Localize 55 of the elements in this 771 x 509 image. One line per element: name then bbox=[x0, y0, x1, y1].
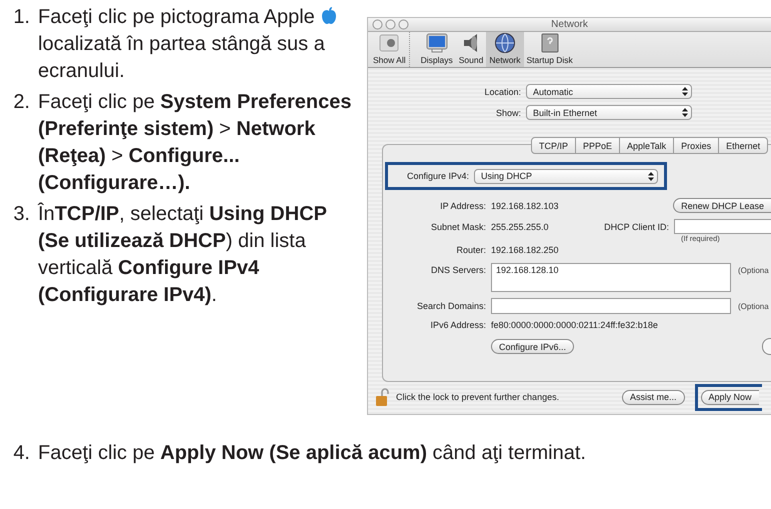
toolbar-item[interactable]: Show All bbox=[370, 32, 410, 67]
field-label: Search Domains: bbox=[416, 301, 487, 311]
field-label: IPv6 Address: bbox=[429, 320, 487, 330]
subnet-mask-value: 255.255.255.0 bbox=[491, 222, 550, 232]
instruction-text: localizată în partea stângă sus a ecranului. bbox=[38, 32, 326, 84]
toolbar-item[interactable]: Displays bbox=[418, 32, 456, 67]
tab[interactable]: Ethernet bbox=[719, 137, 768, 154]
window-title: Network bbox=[550, 19, 589, 30]
field-label: Configure IPv4: bbox=[406, 171, 470, 181]
dhcp-client-id-field[interactable] bbox=[674, 219, 771, 234]
tab[interactable]: TCP/IP bbox=[531, 137, 576, 154]
search-domains-field[interactable] bbox=[491, 298, 731, 314]
step-number: 1. bbox=[12, 5, 31, 30]
apply-now-button[interactable]: Apply Now bbox=[700, 390, 759, 404]
globe-icon bbox=[494, 32, 516, 54]
step-number: 2. bbox=[12, 90, 31, 115]
apple-logo-icon bbox=[320, 6, 338, 25]
field-label: Router: bbox=[455, 245, 487, 255]
configure-ipv6-button[interactable]: Configure IPv6... bbox=[491, 339, 574, 354]
dns-servers-field[interactable]: 192.168.128.10 bbox=[491, 263, 731, 292]
renew-dhcp-lease-button[interactable]: Renew DHCP Lease bbox=[673, 198, 771, 213]
step-number: 3. bbox=[12, 202, 31, 227]
field-label: DHCP Client ID: bbox=[603, 222, 670, 232]
optional-note: (Optiona bbox=[738, 302, 769, 310]
ip-address-value: 192.168.182.103 bbox=[491, 200, 559, 210]
show-popup[interactable]: Built-in Ethernet bbox=[526, 105, 692, 120]
tab[interactable]: Proxies bbox=[674, 137, 720, 154]
router-value: 192.168.182.250 bbox=[491, 245, 559, 255]
tab[interactable]: AppleTalk bbox=[620, 137, 674, 154]
step-number: 4. bbox=[12, 441, 31, 466]
updown-arrows-icon bbox=[682, 108, 688, 117]
field-label: DNS Servers: bbox=[430, 264, 487, 275]
updown-arrows-icon bbox=[648, 172, 654, 180]
lock-message: Click the lock to prevent further changes. bbox=[396, 392, 560, 402]
toolbar-item[interactable]: Sound bbox=[456, 32, 486, 67]
field-label: Subnet Mask: bbox=[430, 222, 487, 232]
help-button[interactable] bbox=[762, 338, 771, 355]
lock-icon bbox=[376, 388, 390, 406]
ipv6-address-value: fe80:0000:0000:0000:0211:24ff:fe32:b18e bbox=[491, 320, 658, 330]
toolbar-item[interactable]: Startup Disk bbox=[524, 32, 576, 67]
assist-me-button[interactable]: Assist me... bbox=[622, 390, 685, 404]
monitor-icon bbox=[426, 32, 448, 54]
instruction-text: Faceţi clic pe pictograma Apple bbox=[38, 6, 315, 28]
updown-arrows-icon bbox=[682, 87, 688, 96]
instruction-text: Faceţi clic pe System Preferences (Preferinţe sistem) > Network (Reţea) > Configure... (Configurare…). bbox=[38, 90, 352, 196]
optional-note: (Optiona bbox=[738, 266, 769, 275]
field-label: Show: bbox=[494, 108, 522, 118]
field-label: IP Address: bbox=[439, 200, 487, 210]
configure-ipv4-popup[interactable]: Using DHCP bbox=[474, 168, 658, 184]
instruction-text: Faceţi clic pe Apply Now (Se aplică acum) când aţi terminat. bbox=[38, 441, 587, 466]
field-label: Location: bbox=[483, 86, 522, 96]
instruction-text: ÎnTCP/IP, selectaţi Using DHCP (Se utilizează DHCP) din lista verticală Configure IPv4 (Configurare IPv4). bbox=[38, 202, 328, 308]
toolbar-item[interactable]: Network bbox=[486, 32, 524, 67]
tab[interactable]: PPPoE bbox=[576, 137, 620, 154]
location-popup[interactable]: Automatic bbox=[526, 84, 692, 99]
